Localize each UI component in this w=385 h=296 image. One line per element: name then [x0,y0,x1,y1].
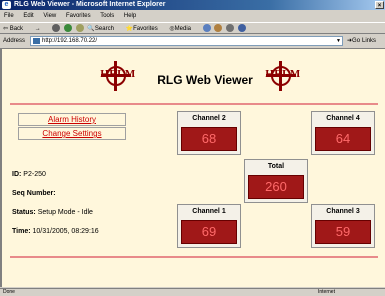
go-button[interactable]: ➜Go [347,35,360,47]
ie-logo-icon: e [2,1,11,9]
refresh-icon[interactable] [64,24,73,33]
menu-tools[interactable]: Tools [100,13,114,19]
id-label: ID: [12,171,22,178]
media-label: Media [174,26,192,32]
device-time: Time: 10/31/2005, 08:29:16 [12,228,99,235]
go-label: Go [352,38,361,44]
edit-icon[interactable] [237,24,246,33]
address-bar: Address http://192.168.70.22/ ▼ ➜Go Link… [0,35,385,47]
stop-icon[interactable] [52,24,61,33]
time-label: Time: [12,228,31,235]
channel-label: Channel 1 [192,208,226,215]
status-text: Done [3,289,15,295]
home-icon[interactable] [75,24,84,33]
logo-text: HELM [265,68,301,80]
window-title: RLG Web Viewer - Microsoft Internet Expl… [14,1,166,8]
logo-text: HELM [100,68,136,80]
channel-label: Channel 2 [192,115,226,122]
back-button[interactable]: ⇦ Back [3,26,28,32]
search-label: Search [94,26,114,32]
page-content: HELM RLG Web Viewer HELM Alarm History C… [0,48,385,287]
status-label: Status: [12,209,36,216]
menu-favorites[interactable]: Favorites [66,13,91,19]
close-icon[interactable]: × [375,1,384,9]
channel-value: 59 [315,220,371,244]
address-label: Address [3,38,26,44]
status-value: Setup Mode - Idle [37,209,93,216]
address-field[interactable]: http://192.168.70.22/ ▼ [30,36,343,46]
menu-help[interactable]: Help [124,13,136,19]
back-label: Back [9,26,24,32]
alarm-history-link[interactable]: Alarm History [18,113,126,126]
window-titlebar: e RLG Web Viewer - Microsoft Internet Ex… [0,0,385,10]
menu-file[interactable]: File [4,13,14,19]
status-bar: Done Internet [0,288,385,296]
media-button[interactable]: ◎Media [169,26,196,32]
channel-value: 68 [181,127,237,151]
internet-zone: Internet [318,289,335,295]
device-status: Status: Setup Mode - Idle [12,209,93,216]
mail-icon[interactable] [214,24,223,33]
chevron-down-icon[interactable]: ▼ [336,37,341,45]
address-url: http://192.168.70.22/ [42,38,98,44]
favorites-label: Favorites [133,26,158,32]
divider [10,103,378,105]
divider [10,256,378,258]
forward-label: → [34,26,41,32]
page-title: RLG Web Viewer [157,73,253,87]
channel-1-panel: Channel 1 69 [177,204,241,248]
toolbar: ⇦ Back → 🔍Search ⭐Favorites ◎Media [0,22,385,34]
channel-label: Channel 4 [326,115,360,122]
channel-3-panel: Channel 3 59 [311,204,375,248]
history-icon[interactable] [202,24,211,33]
forward-button[interactable]: → [35,26,46,32]
total-value: 260 [248,175,304,199]
total-label: Total [267,163,285,170]
id-value: P2-250 [23,171,46,178]
menu-edit[interactable]: Edit [23,13,33,19]
total-panel: Total 260 [244,159,308,203]
page-header: HELM RLG Web Viewer HELM [2,59,385,99]
seq-number: Seq Number: [12,190,56,197]
device-id: ID: P2-250 [12,171,46,178]
page-icon [33,38,40,44]
channel-value: 64 [315,127,371,151]
channel-label: Channel 3 [326,208,360,215]
change-settings-link[interactable]: Change Settings [18,127,126,140]
print-icon[interactable] [226,24,235,33]
search-button[interactable]: 🔍Search [87,26,119,32]
menu-bar: File Edit View Favorites Tools Help [0,11,385,21]
helm-logo-right: HELM [257,59,307,93]
seq-label: Seq Number: [12,190,56,197]
favorites-button[interactable]: ⭐Favorites [126,26,163,32]
time-value: 10/31/2005, 08:29:16 [32,228,99,235]
menu-view[interactable]: View [43,13,56,19]
links-button[interactable]: Links [362,35,376,47]
helm-logo-left: HELM [92,59,142,93]
channel-2-panel: Channel 2 68 [177,111,241,155]
channel-value: 69 [181,220,237,244]
channel-4-panel: Channel 4 64 [311,111,375,155]
